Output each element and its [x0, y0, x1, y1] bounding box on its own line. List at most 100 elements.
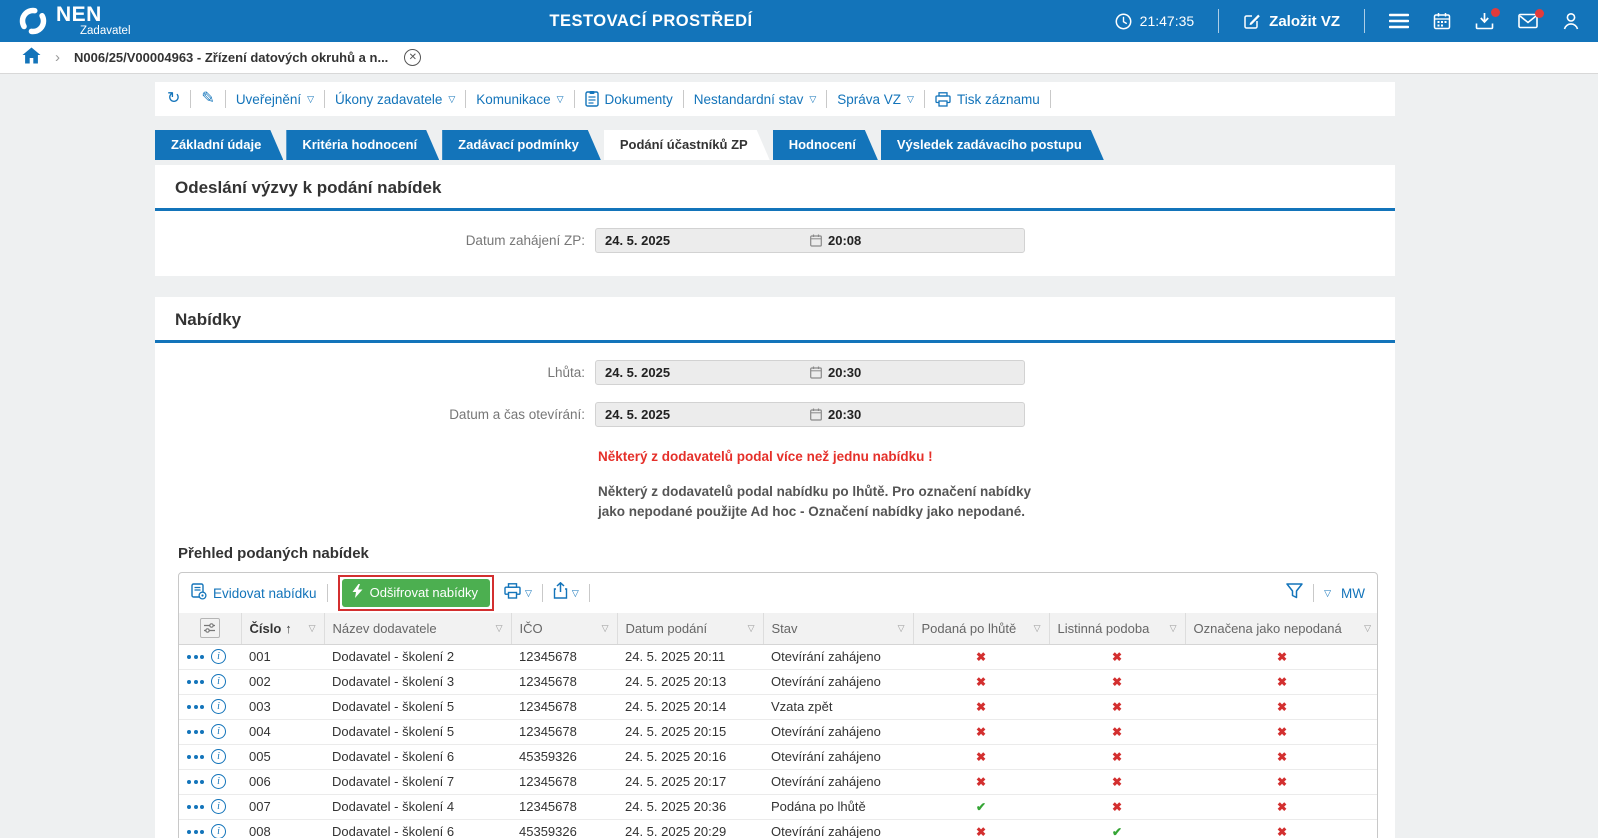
sort-ascending-icon[interactable]: ↑ — [285, 621, 292, 636]
info-icon[interactable]: i — [211, 774, 226, 790]
filter-caret-icon[interactable]: ▽ — [1170, 623, 1177, 634]
notification-dot — [1535, 9, 1544, 18]
row-menu-icon[interactable] — [187, 679, 204, 684]
refresh-icon[interactable]: ↻ — [167, 91, 180, 107]
toolbar-menu-item[interactable]: Uveřejnění ▽ — [236, 92, 314, 107]
info-icon[interactable]: i — [211, 649, 226, 665]
register-offer-button[interactable]: Evidovat nabídku — [191, 583, 317, 603]
downloads-button[interactable] — [1475, 8, 1500, 30]
toolbar-menu-item[interactable]: Komunikace ▽ — [476, 92, 563, 107]
datetime-input[interactable]: 24. 5. 2025 20:30 — [595, 402, 1025, 427]
cell-listinna: ✖ — [1049, 668, 1185, 695]
toolbar-menu-item[interactable]: Úkony zadavatele ▽ — [335, 92, 455, 107]
row-menu-icon[interactable] — [187, 729, 204, 734]
messages-button[interactable] — [1518, 9, 1544, 29]
column-settings-icon[interactable] — [199, 618, 220, 639]
home-icon[interactable] — [22, 47, 41, 69]
breadcrumb-tab-label[interactable]: N006/25/V00004963 - Zřízení datových okr… — [74, 50, 388, 65]
chevron-down-icon[interactable]: ▽ — [1324, 588, 1331, 599]
table-row[interactable]: i 003 Dodavatel - školení 5 12345678 24.… — [179, 693, 1377, 720]
mw-label[interactable]: MW — [1341, 586, 1365, 601]
print-grid-button[interactable]: ▽ — [504, 582, 532, 604]
tab-label: Zadávací podmínky — [458, 137, 579, 152]
decrypt-offers-button[interactable]: Odšifrovat nabídky — [341, 579, 490, 608]
row-menu-icon[interactable] — [187, 829, 204, 834]
tab-label: Základní údaje — [171, 137, 262, 152]
toolbar-menu-label: Tisk záznamu — [956, 91, 1040, 107]
close-tab-icon[interactable]: ✕ — [404, 49, 422, 66]
table-row[interactable]: i 002 Dodavatel - školení 3 12345678 24.… — [179, 668, 1377, 695]
menu-button[interactable] — [1389, 13, 1409, 29]
column-header-po-lhute[interactable]: Podaná po lhůtě — [922, 621, 1017, 636]
column-header-ico[interactable]: IČO — [520, 621, 543, 636]
section-title-invitation: Odeslání výzvy k podání nabídek — [175, 178, 442, 197]
cell-nepodana: ✖ — [1185, 743, 1377, 770]
decrypt-offers-label: Odšifrovat nabídky — [369, 585, 478, 601]
calendar-button[interactable] — [1433, 12, 1451, 30]
tab-label: Výsledek zadávacího postupu — [896, 137, 1082, 152]
tab[interactable]: Zadávací podmínky — [442, 130, 601, 160]
filter-icon[interactable] — [1286, 582, 1303, 604]
filter-caret-icon[interactable]: ▽ — [898, 623, 905, 634]
date-value: 24. 5. 2025 — [605, 407, 671, 422]
tab[interactable]: Hodnocení — [773, 130, 878, 160]
filter-caret-icon[interactable]: ▽ — [602, 623, 609, 634]
chevron-down-icon: ▽ — [448, 94, 456, 104]
row-menu-icon[interactable] — [187, 704, 204, 709]
export-button[interactable]: ▽ — [553, 581, 579, 604]
row-menu-icon[interactable] — [187, 804, 204, 809]
calendar-small-icon — [810, 408, 822, 421]
column-header-listinna[interactable]: Listinná podoba — [1058, 621, 1150, 636]
edit-icon[interactable]: ✎ — [201, 91, 214, 107]
cell-po-lhute: ✖ — [913, 668, 1049, 695]
divider — [324, 90, 326, 108]
column-header-datum[interactable]: Datum podání — [626, 621, 708, 636]
filter-caret-icon[interactable]: ▽ — [309, 623, 316, 634]
filter-caret-icon[interactable]: ▽ — [1034, 623, 1041, 634]
tab[interactable]: Podání účastníků ZP — [604, 130, 770, 160]
toolbar-menu-item[interactable]: Tisk záznamu ▽ — [935, 92, 1040, 107]
datetime-input[interactable]: 24. 5. 2025 20:30 — [595, 360, 1025, 385]
toolbar-menu-item[interactable]: Dokumenty ▽ — [584, 91, 673, 107]
nen-logo[interactable]: NEN Zadavatel — [18, 4, 131, 38]
cell-listinna: ✖ — [1049, 743, 1185, 770]
brand-role: Zadavatel — [80, 25, 131, 38]
row-menu-icon[interactable] — [187, 654, 204, 659]
filter-caret-icon[interactable]: ▽ — [748, 623, 755, 634]
tab[interactable]: Základní údaje — [155, 130, 283, 160]
column-header-nazev[interactable]: Název dodavatele — [333, 621, 437, 636]
table-row[interactable]: i 005 Dodavatel - školení 6 45359326 24.… — [179, 743, 1377, 770]
clock-display: 21:47:35 — [1115, 13, 1194, 30]
table-row[interactable]: i 006 Dodavatel - školení 7 12345678 24.… — [179, 768, 1377, 795]
row-menu-icon[interactable] — [187, 779, 204, 784]
info-icon[interactable]: i — [211, 824, 226, 838]
info-icon[interactable]: i — [211, 699, 226, 715]
table-row[interactable]: i 001 Dodavatel - školení 2 12345678 24.… — [179, 644, 1377, 669]
column-header-nepodana[interactable]: Označena jako nepodaná — [1194, 621, 1342, 636]
tab[interactable]: Výsledek zadávacího postupu — [881, 130, 1104, 160]
row-menu-icon[interactable] — [187, 754, 204, 759]
filter-caret-icon[interactable]: ▽ — [496, 623, 503, 634]
chevron-down-icon[interactable]: ▽ — [525, 588, 532, 599]
user-profile-button[interactable] — [1562, 12, 1580, 30]
toolbar-menu-item[interactable]: Správa VZ ▽ — [837, 92, 914, 107]
datetime-input[interactable]: 24. 5. 2025 20:08 — [595, 228, 1025, 253]
info-icon[interactable]: i — [211, 749, 226, 765]
cell-stav: Otevírání zahájeno — [763, 818, 913, 838]
tab[interactable]: Kritéria hodnocení — [286, 130, 439, 160]
chevron-down-icon[interactable]: ▽ — [572, 588, 579, 599]
column-header-cislo[interactable]: Číslo — [250, 621, 282, 636]
filter-caret-icon[interactable]: ▽ — [1364, 623, 1371, 634]
toolbar-menu-item[interactable]: Nestandardní stav ▽ — [694, 92, 816, 107]
table-row[interactable]: i 004 Dodavatel - školení 5 12345678 24.… — [179, 718, 1377, 745]
info-icon[interactable]: i — [211, 799, 226, 815]
divider — [826, 90, 828, 108]
column-header-stav[interactable]: Stav — [772, 621, 798, 636]
chevron-down-icon: ▽ — [907, 94, 914, 104]
cell-stav: Otevírání zahájeno — [763, 768, 913, 795]
table-row[interactable]: i 008 Dodavatel - školení 6 45359326 24.… — [179, 818, 1377, 838]
info-icon[interactable]: i — [211, 724, 226, 740]
info-icon[interactable]: i — [211, 674, 226, 690]
create-vz-button[interactable]: Založit VZ — [1243, 12, 1340, 30]
table-row[interactable]: i 007 Dodavatel - školení 4 12345678 24.… — [179, 793, 1377, 820]
